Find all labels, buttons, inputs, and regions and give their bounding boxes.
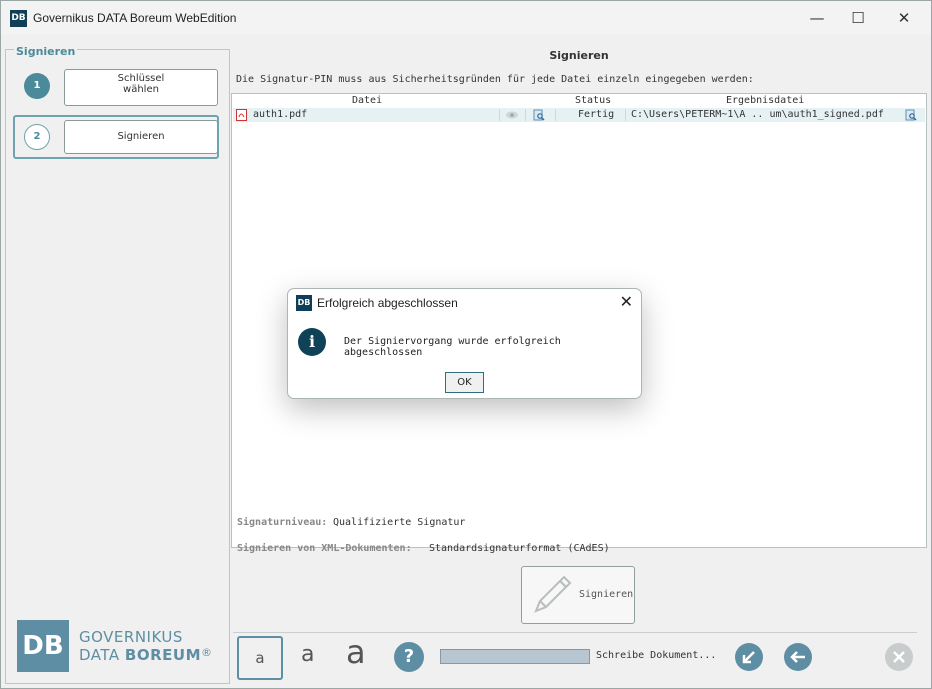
font-size-small-button[interactable]: a [237, 636, 283, 680]
column-separator [499, 109, 500, 121]
file-status: Fertig [578, 109, 615, 120]
minimize-button[interactable]: — [801, 7, 833, 29]
step-1-button[interactable]: Schlüssel wählen [64, 69, 218, 106]
signature-level-label: Signaturniveau: [237, 517, 328, 528]
step-1-label-line1: Schlüssel [117, 73, 165, 84]
logo-text-line2: DATA BOREUM® [79, 646, 213, 664]
signature-level-value: Qualifizierte Signatur [333, 517, 466, 528]
column-separator [555, 109, 556, 121]
window-title: Governikus DATA Boreum WebEdition [33, 11, 237, 25]
info-icon: i [298, 328, 326, 356]
pdf-file-icon [236, 109, 247, 126]
success-dialog: DB Erfolgreich abgeschlossen ✕ i Der Sig… [287, 288, 642, 399]
dialog-title-bar: DB Erfolgreich abgeschlossen ✕ [288, 289, 641, 317]
dialog-message: Der Signiervorgang wurde erfolgreich abg… [344, 336, 561, 358]
column-header-status[interactable]: Status [575, 95, 611, 106]
pencil-icon [530, 573, 574, 621]
column-separator [525, 109, 526, 121]
bottom-divider [233, 632, 917, 633]
help-icon[interactable]: ? [394, 642, 424, 672]
table-row[interactable]: auth1.pdf Fertig C:\Users\PETERM~1\A .. … [233, 108, 925, 122]
step-1-badge: 1 [24, 73, 50, 99]
governikus-logo: DB GOVERNIKUS DATA BOREUM® [17, 620, 227, 672]
font-size-large-button[interactable]: a [346, 633, 366, 671]
steps-legend: Signieren [14, 45, 78, 58]
step-1-label-line2: wählen [123, 84, 159, 95]
result-search-icon[interactable] [905, 109, 917, 126]
logo-mark: DB [17, 620, 69, 672]
download-arrow-button[interactable] [735, 643, 763, 671]
step-2-badge: 2 [24, 124, 50, 150]
step-2-button[interactable]: Signieren [64, 120, 218, 154]
font-size-medium-button[interactable]: a [301, 642, 314, 667]
sign-button[interactable]: Signieren [521, 566, 635, 624]
file-name: auth1.pdf [253, 109, 308, 120]
ok-button[interactable]: OK [445, 372, 484, 393]
sign-button-label: Signieren [579, 589, 634, 600]
xml-signing-label: Signieren von XML-Dokumenten: [237, 543, 412, 554]
maximize-button[interactable]: ☐ [842, 7, 874, 29]
page-title: Signieren [549, 49, 609, 62]
result-file-path: C:\Users\PETERM~1\A .. um\auth1_signed.p… [631, 109, 884, 120]
document-search-icon[interactable] [533, 109, 545, 126]
close-icon [893, 651, 905, 663]
arrow-left-icon [790, 651, 805, 663]
dialog-close-button[interactable]: ✕ [620, 292, 633, 311]
progress-bar [440, 649, 590, 664]
dialog-app-icon: DB [296, 295, 312, 311]
steps-panel: Signieren 1 Schlüssel wählen 2 Signieren… [5, 45, 230, 684]
dialog-title: Erfolgreich abgeschlossen [317, 296, 458, 310]
eye-icon[interactable] [505, 109, 519, 126]
column-header-ergebnisdatei[interactable]: Ergebnisdatei [726, 95, 804, 106]
progress-text: Schreibe Dokument... [596, 650, 717, 661]
column-separator [625, 109, 626, 121]
column-header-datei[interactable]: Datei [352, 95, 382, 106]
cancel-button[interactable] [885, 643, 913, 671]
app-icon: DB [10, 10, 27, 27]
pin-hint: Die Signatur-PIN muss aus Sicherheitsgrü… [236, 74, 754, 85]
logo-text-line1: GOVERNIKUS [79, 628, 183, 646]
xml-signing-value: Standardsignaturformat (CAdES) [429, 543, 610, 554]
title-bar: DB Governikus DATA Boreum WebEdition — ☐… [1, 1, 931, 35]
back-button[interactable] [784, 643, 812, 671]
close-button[interactable]: ✕ [888, 7, 920, 29]
arrow-down-left-icon [742, 651, 755, 664]
